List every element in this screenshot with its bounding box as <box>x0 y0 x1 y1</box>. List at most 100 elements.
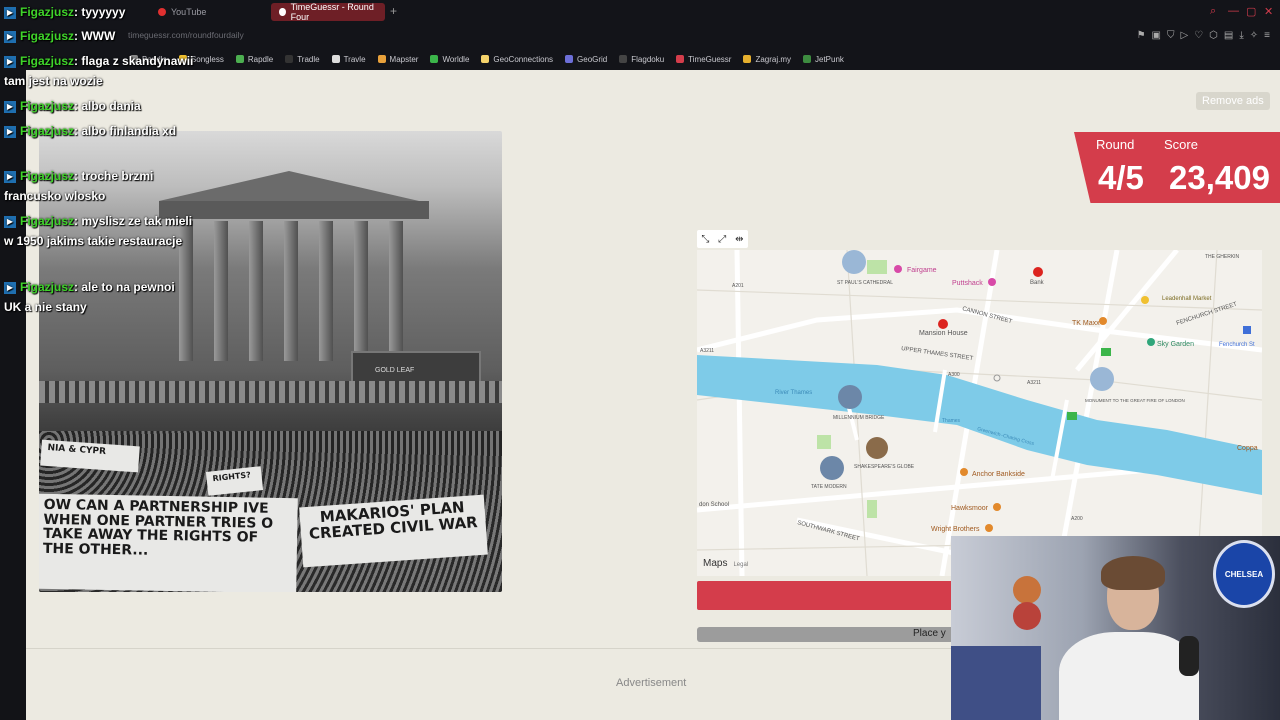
bookmark-label: Zagraj.my <box>755 54 791 64</box>
microphone-icon <box>1179 636 1199 676</box>
map-label-monument: MONUMENT TO THE GREAT FIRE OF LONDON <box>1085 398 1185 403</box>
bookmark-favicon-icon <box>331 55 340 63</box>
bookmark-label: Songless <box>190 54 224 64</box>
wallet-icon[interactable]: ▤ <box>1224 30 1233 41</box>
bookmark-favicon-icon <box>377 55 386 63</box>
bookmark-label: Flagdoku <box>631 54 665 64</box>
map-attribution: Maps Legal <box>703 558 748 569</box>
map-label-a3211: A3211 <box>1027 380 1041 386</box>
screenshot-icon[interactable]: ▣ <box>1152 30 1161 41</box>
map-label-fairgame: Fairgame <box>907 267 937 274</box>
chat-message: ▶ Figazjusz: flaga z skandynawii tam jest… <box>4 51 194 91</box>
bookmark-label: Tradle <box>297 54 320 64</box>
column <box>249 221 263 361</box>
map-label-fenchurch-station: Fenchurch St <box>1219 342 1255 348</box>
map-label-globe: SHAKESPEARE'S GLOBE <box>854 464 915 470</box>
bookmark-favicon-icon <box>803 55 811 63</box>
column <box>284 221 298 361</box>
bookmark-item[interactable]: Worldle <box>430 55 469 64</box>
shield-icon[interactable]: ⛉ <box>1167 30 1175 41</box>
map-label-stpauls: ST PAUL'S CATHEDRAL <box>837 280 893 286</box>
twitch-icon: ▶ <box>4 215 16 228</box>
new-tab-button[interactable]: + <box>390 4 397 18</box>
chat-username: Figazjusz <box>20 54 75 68</box>
chat-message: ▶ Figazjusz: albo dania <box>4 96 194 116</box>
bookmark-item[interactable]: GeoGrid <box>565 55 607 64</box>
map-label-coppa: Coppa <box>1237 445 1258 452</box>
score-value: 23,409 <box>1169 159 1270 196</box>
twitch-icon: ▶ <box>4 281 16 294</box>
round-score-panel: Round Score 4/5 23,409 <box>1074 132 1280 203</box>
search-icon[interactable]: ⌕ <box>1210 5 1216 18</box>
remove-ads-button[interactable]: Remove ads <box>1196 92 1270 110</box>
bookmark-label: GeoConnections <box>493 54 554 64</box>
expand-map-icon[interactable]: ⤡ <box>701 234 709 245</box>
webcam-bed <box>951 646 1041 720</box>
chat-text: : WWW <box>74 29 116 43</box>
bookmark-icon[interactable]: ⚑ <box>1137 30 1146 41</box>
column <box>389 221 403 361</box>
chat-message: ▶ Figazjusz: tyyyyyy <box>4 2 194 22</box>
menu-icon[interactable]: ≡ <box>1264 30 1270 41</box>
map-label-a3211: A3211 <box>700 348 714 354</box>
webcam-streamer-torso <box>1059 632 1199 720</box>
guess-button[interactable] <box>697 581 951 610</box>
bookmark-favicon-icon <box>676 55 685 63</box>
extensions-icon[interactable]: ⬡ <box>1209 30 1218 41</box>
chat-text: : albo dania <box>74 99 141 113</box>
bookmark-label: GeoGrid <box>577 54 608 64</box>
map-label-millennium-bridge: MILLENNIUM BRIDGE <box>833 415 885 421</box>
bookmark-item[interactable]: Zagraj.my <box>743 55 791 64</box>
bookmark-label: Mapster <box>389 54 419 64</box>
map-label-a200: A200 <box>1071 516 1083 522</box>
bookmark-favicon-icon <box>430 55 439 63</box>
bookmark-favicon-icon <box>285 55 294 63</box>
bookmark-item[interactable]: GeoConnections <box>481 55 553 64</box>
shrink-map-icon[interactable]: ⤢ <box>718 234 726 245</box>
chat-username: Figazjusz <box>20 214 75 228</box>
score-label: Score <box>1164 137 1198 152</box>
play-icon[interactable]: ▷ <box>1180 30 1188 41</box>
guess-map[interactable]: Fairgame ST PAUL'S CATHEDRAL Puttshack B… <box>697 250 1262 576</box>
map-label-school: don School <box>699 502 729 508</box>
map-canvas[interactable]: Fairgame ST PAUL'S CATHEDRAL Puttshack B… <box>697 250 1262 576</box>
advertisement-area <box>26 648 951 720</box>
chat-message: ▶ Figazjusz: WWW <box>4 26 194 46</box>
webcam-overlay: CHELSEA <box>951 536 1280 720</box>
map-label-puttshack: Puttshack <box>952 280 983 287</box>
bookmark-item[interactable]: TimeGuessr <box>676 55 731 64</box>
map-label-a201: A201 <box>732 283 744 289</box>
maximize-icon[interactable]: ▢ <box>1246 5 1256 18</box>
bookmark-item[interactable]: Travle <box>331 55 366 64</box>
timeguessr-icon <box>279 8 286 16</box>
download-icon[interactable]: ⤓ <box>1239 30 1243 41</box>
tab-label: TimeGuessr - Round Four <box>290 2 374 22</box>
heart-icon[interactable]: ♡ <box>1194 30 1203 41</box>
map-label-wright-brothers: Wright Brothers <box>931 526 980 533</box>
bookmark-item[interactable]: Tradle <box>285 54 320 64</box>
legal-link[interactable]: Legal <box>733 562 748 568</box>
place-pin-progress: Place y <box>697 627 951 642</box>
twitch-icon: ▶ <box>4 30 16 43</box>
map-label-tate: TATE MODERN <box>811 484 847 490</box>
chat-username: Figazjusz <box>20 169 75 183</box>
map-label-tkmaxx: TK Maxx <box>1072 320 1100 327</box>
bookmark-item[interactable]: JetPunk <box>803 55 844 64</box>
browser-toolbar: ⚑ ▣ ⛉ ▷ ♡ ⬡ ▤ ⤓ ✧ ≡ <box>1137 30 1270 41</box>
bookmark-label: Rapdle <box>247 54 274 64</box>
ai-icon[interactable]: ✧ <box>1250 30 1258 41</box>
twitch-icon: ▶ <box>4 170 16 183</box>
chat-message: ▶ Figazjusz: albo finlandia xd <box>4 121 194 141</box>
chat-username: Figazjusz <box>20 280 75 294</box>
minimize-icon[interactable]: — <box>1228 5 1239 17</box>
twitch-icon: ▶ <box>4 55 16 68</box>
map-size-controls: ⤡ ⤢ ⇹ <box>697 230 748 248</box>
twitch-icon: ▶ <box>4 125 16 138</box>
twitch-icon: ▶ <box>4 6 16 19</box>
close-icon[interactable]: ✕ <box>1264 5 1273 18</box>
pin-map-icon[interactable]: ⇹ <box>735 234 743 245</box>
bookmark-item[interactable]: Rapdle <box>235 54 274 64</box>
bookmark-item[interactable]: Flagdoku <box>619 55 664 64</box>
tab-timeguessr[interactable]: TimeGuessr - Round Four <box>271 2 385 22</box>
bookmark-item[interactable]: Mapster <box>377 54 419 64</box>
